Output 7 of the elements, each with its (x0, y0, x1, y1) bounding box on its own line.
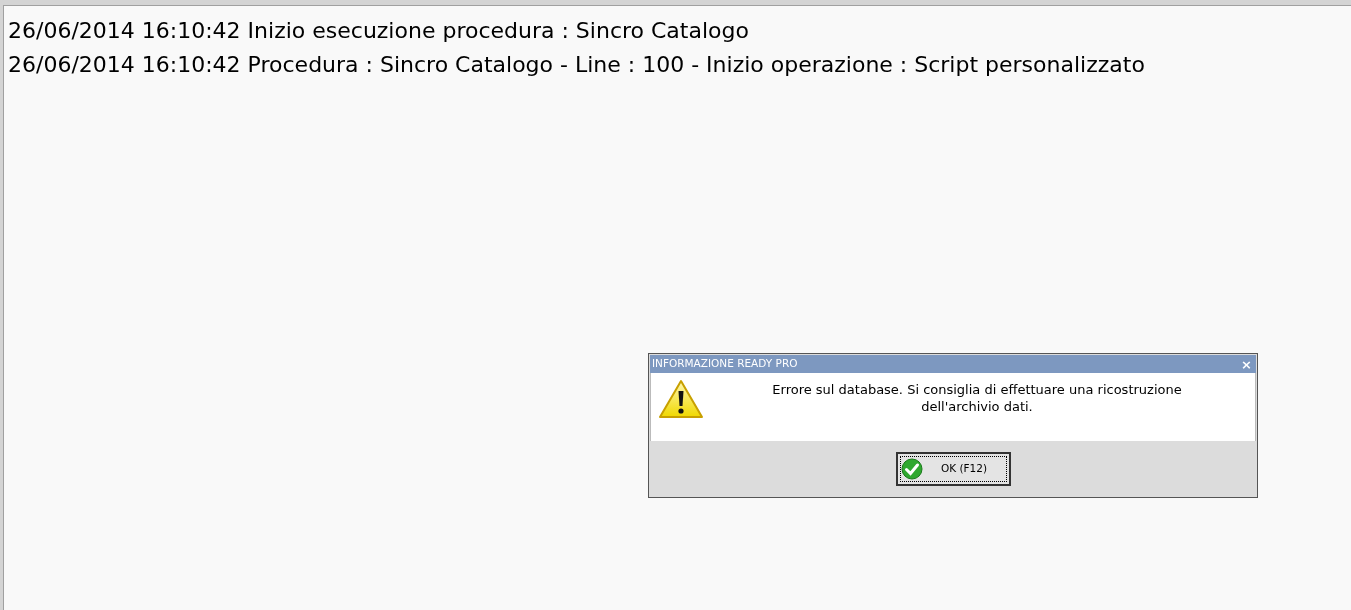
dialog-message: Errore sul database. Si consiglia di effettuare una ricostruzione dell'archivio dati. (771, 381, 1183, 415)
log-line: 26/06/2014 16:10:42 Inizio esecuzione procedura : Sincro Catalogo (8, 17, 749, 45)
dialog-title: INFORMAZIONE READY PRO (652, 356, 798, 372)
warning-icon (657, 377, 705, 421)
ok-button[interactable]: OK (F12) (895, 451, 1011, 486)
check-icon (900, 457, 923, 480)
log-line: 26/06/2014 16:10:42 Procedura : Sincro Catalogo - Line : 100 - Inizio operazione : Script personalizzato (8, 51, 1145, 79)
